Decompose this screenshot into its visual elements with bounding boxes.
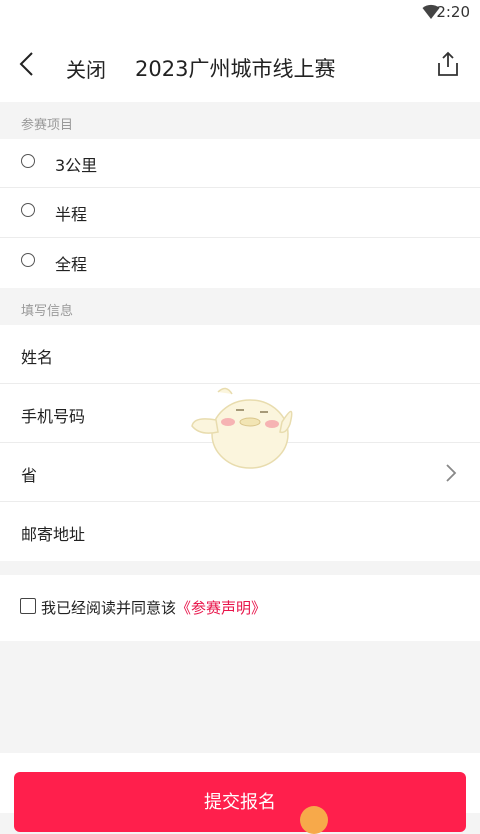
- chevron-right-icon: [446, 464, 457, 482]
- info-section-title: 填写信息: [21, 304, 74, 319]
- agreement-checkbox[interactable]: [20, 598, 36, 614]
- event-option-3km[interactable]: 3公里: [0, 139, 480, 188]
- event-option-half[interactable]: 半程: [0, 188, 480, 238]
- agreement-row: 我已经阅读并同意该《参赛声明》: [0, 575, 480, 641]
- radio-half[interactable]: [21, 203, 35, 217]
- agreement-prefix: 我已经阅读并同意该: [41, 599, 177, 617]
- share-icon[interactable]: [434, 50, 462, 78]
- submit-button[interactable]: 提交报名: [14, 772, 466, 832]
- name-label: 姓名: [21, 348, 54, 367]
- floating-avatar-icon[interactable]: [300, 806, 328, 834]
- name-field[interactable]: 姓名: [0, 325, 480, 384]
- mascot-icon: [191, 387, 293, 469]
- status-bar: 2:20: [0, 0, 480, 26]
- province-label: 省: [21, 466, 38, 485]
- close-button[interactable]: 关闭: [66, 54, 106, 83]
- address-field[interactable]: 邮寄地址: [0, 502, 480, 561]
- status-time: 2:20: [436, 3, 470, 21]
- agreement-text: 我已经阅读并同意该《参赛声明》: [41, 597, 266, 618]
- event-option-full[interactable]: 全程: [0, 238, 480, 288]
- page-title: 2023广州城市线上赛: [135, 57, 336, 81]
- submit-area: 提交报名: [0, 753, 480, 832]
- radio-3km[interactable]: [21, 154, 35, 168]
- nav-bar: 关闭 2023广州城市线上赛: [0, 26, 480, 102]
- event-section-title: 参赛项目: [21, 118, 74, 133]
- event-section-header: 参赛项目: [0, 103, 480, 139]
- event-option-label: 半程: [55, 205, 88, 224]
- info-section-header: 填写信息: [0, 289, 480, 325]
- phone-label: 手机号码: [21, 407, 86, 426]
- back-icon[interactable]: [14, 50, 42, 78]
- event-option-label: 3公里: [55, 156, 98, 175]
- address-label: 邮寄地址: [21, 525, 86, 544]
- agreement-link[interactable]: 《参赛声明》: [176, 599, 266, 617]
- radio-full[interactable]: [21, 253, 35, 267]
- event-option-label: 全程: [55, 255, 88, 274]
